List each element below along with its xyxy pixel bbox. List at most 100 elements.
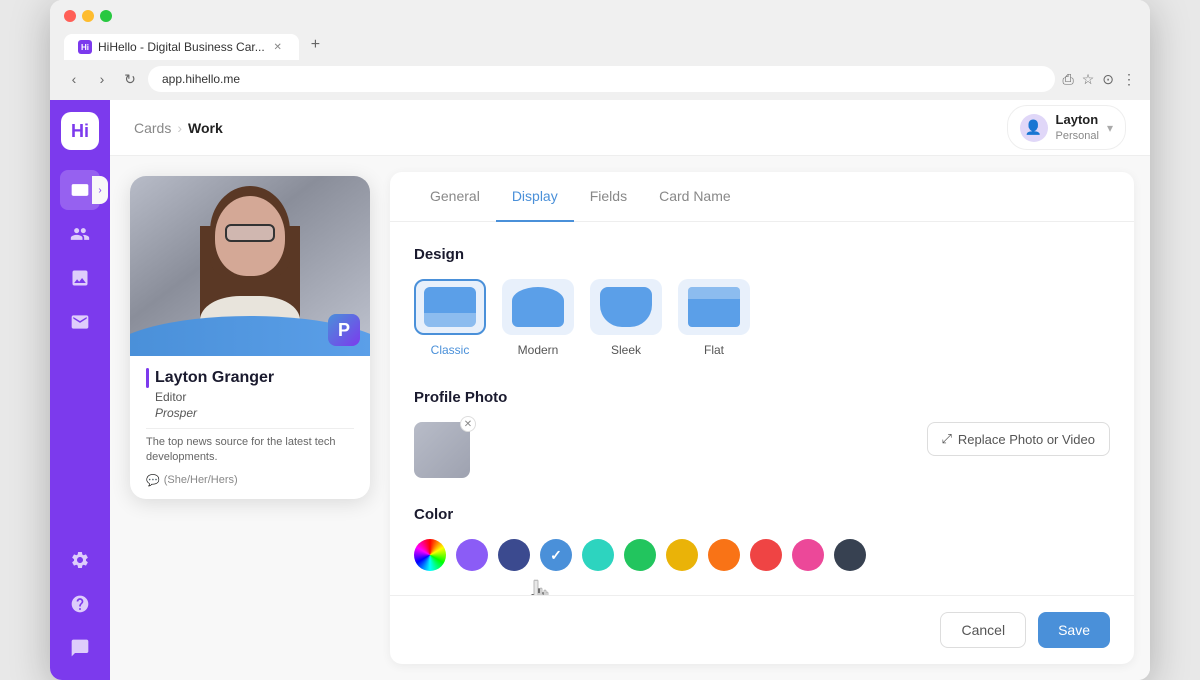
cursor-hand [522,579,1110,595]
card-logo: P [328,314,360,346]
color-swatch-purple[interactable] [456,539,488,571]
minimize-traffic-dot[interactable] [82,10,94,22]
person-head [215,196,285,276]
sidebar-item-cards[interactable]: › [60,170,100,210]
app-layout: Hi › [50,100,1150,680]
tab-display[interactable]: Display [496,172,574,222]
user-role: Personal [1056,129,1099,143]
app-logo[interactable]: Hi [61,112,99,150]
breadcrumb: Cards › Work [134,120,223,136]
back-button[interactable]: ‹ [64,69,84,89]
color-swatch-dark[interactable] [834,539,866,571]
profile-photo-thumbnail [414,422,470,478]
chevron-down-icon: ▾ [1107,121,1113,135]
replace-photo-button[interactable]: ⤢ Replace Photo or Video [927,422,1110,456]
breadcrumb-current: Work [188,120,223,136]
tab-title: HiHello - Digital Business Car... [98,40,265,54]
design-option-sleek[interactable]: Sleek [590,279,662,357]
close-traffic-dot[interactable] [64,10,76,22]
active-tab[interactable]: Hi HiHello - Digital Business Car... ✕ [64,34,299,60]
color-swatch-navy[interactable] [498,539,530,571]
user-name: Layton [1056,112,1099,129]
browser-window: Hi HiHello - Digital Business Car... ✕ +… [50,0,1150,680]
card-company: Prosper [155,406,354,420]
replace-icon: ⤢ [942,431,952,447]
cancel-button[interactable]: Cancel [940,612,1026,648]
card-logo-shape: P [328,314,360,346]
new-tab-button[interactable]: + [301,30,330,60]
color-swatch-orange[interactable] [708,539,740,571]
sidebar-item-help[interactable] [60,584,100,624]
breadcrumb-separator: › [177,120,182,136]
glasses [225,224,275,242]
save-button[interactable]: Save [1038,612,1110,648]
sidebar-active-arrow: › [92,176,108,204]
design-option-classic[interactable]: Classic [414,279,486,357]
tab-general[interactable]: General [414,172,496,222]
design-modern-inner [512,287,564,327]
profile-photo-section: Profile Photo ✕ ⤢ [414,389,1110,478]
content-area: P Layton Granger Editor Prosper The top [110,156,1150,680]
design-sleek-card [590,279,662,335]
topbar: Cards › Work 👤 Layton Personal ▾ [110,100,1150,156]
color-swatch-pink[interactable] [792,539,824,571]
design-classic-inner [424,287,476,327]
share-icon[interactable]: ⎙ [1063,71,1074,88]
tab-card-name[interactable]: Card Name [643,172,747,222]
breadcrumb-root[interactable]: Cards [134,120,171,136]
design-flat-inner [688,287,740,327]
sidebar-item-messages[interactable] [60,302,100,342]
card-title: Editor [155,390,354,404]
design-option-modern[interactable]: Modern [502,279,574,357]
refresh-button[interactable]: ↻ [120,69,140,89]
design-modern-label: Modern [518,343,559,357]
tab-close-button[interactable]: ✕ [271,40,285,54]
profile-photo-thumb-wrap: ✕ [414,422,470,478]
card-name-bar [146,368,149,388]
color-swatch-rainbow[interactable] [414,539,446,571]
browser-tabbar: Hi HiHello - Digital Business Car... ✕ + [64,30,1136,60]
color-section: Color [414,506,1110,595]
user-menu[interactable]: 👤 Layton Personal ▾ [1007,105,1126,150]
browser-toolbar-icons: ⎙ ☆ ⊙ ⋮ [1063,71,1137,88]
card-preview-panel: P Layton Granger Editor Prosper The top [110,156,390,680]
profile-photo-title: Profile Photo [414,389,1110,406]
design-flat-card [678,279,750,335]
design-option-flat[interactable]: Flat [678,279,750,357]
address-bar[interactable] [148,66,1055,92]
design-sleek-label: Sleek [611,343,641,357]
color-swatch-yellow[interactable] [666,539,698,571]
sidebar-item-media[interactable] [60,258,100,298]
forward-button[interactable]: › [92,69,112,89]
color-swatch-red[interactable] [750,539,782,571]
profile-icon[interactable]: ⊙ [1102,71,1114,88]
remove-photo-button[interactable]: ✕ [460,416,476,432]
settings-content: Design Classic [390,222,1134,595]
card-photo: P [130,176,370,356]
tab-favicon: Hi [78,40,92,54]
color-swatch-teal[interactable] [582,539,614,571]
sidebar-item-chat[interactable] [60,628,100,668]
color-swatches [414,539,1110,571]
card-person-name: Layton Granger [146,368,354,388]
avatar: 👤 [1020,114,1048,142]
color-swatch-green[interactable] [624,539,656,571]
main-content: Cards › Work 👤 Layton Personal ▾ [110,100,1150,680]
sidebar-item-settings[interactable] [60,540,100,580]
browser-traffic-lights [64,10,1136,22]
sidebar-item-contacts[interactable] [60,214,100,254]
card-body: Layton Granger Editor Prosper The top ne… [130,356,370,499]
browser-addressbar: ‹ › ↻ ⎙ ☆ ⊙ ⋮ [50,60,1150,100]
menu-icon[interactable]: ⋮ [1122,71,1136,88]
design-sleek-inner [600,287,652,327]
profile-photo-row: ✕ ⤢ Replace Photo or Video [414,422,1110,478]
color-section-title: Color [414,506,1110,523]
color-swatch-teal-blue[interactable] [540,539,572,571]
browser-chrome: Hi HiHello - Digital Business Car... ✕ + [50,0,1150,60]
design-options: Classic Modern [414,279,1110,357]
tab-fields[interactable]: Fields [574,172,643,222]
settings-panel: General Display Fields Card Name Design [390,172,1134,664]
fullscreen-traffic-dot[interactable] [100,10,112,22]
card-divider [146,428,354,429]
bookmark-icon[interactable]: ☆ [1082,71,1095,88]
